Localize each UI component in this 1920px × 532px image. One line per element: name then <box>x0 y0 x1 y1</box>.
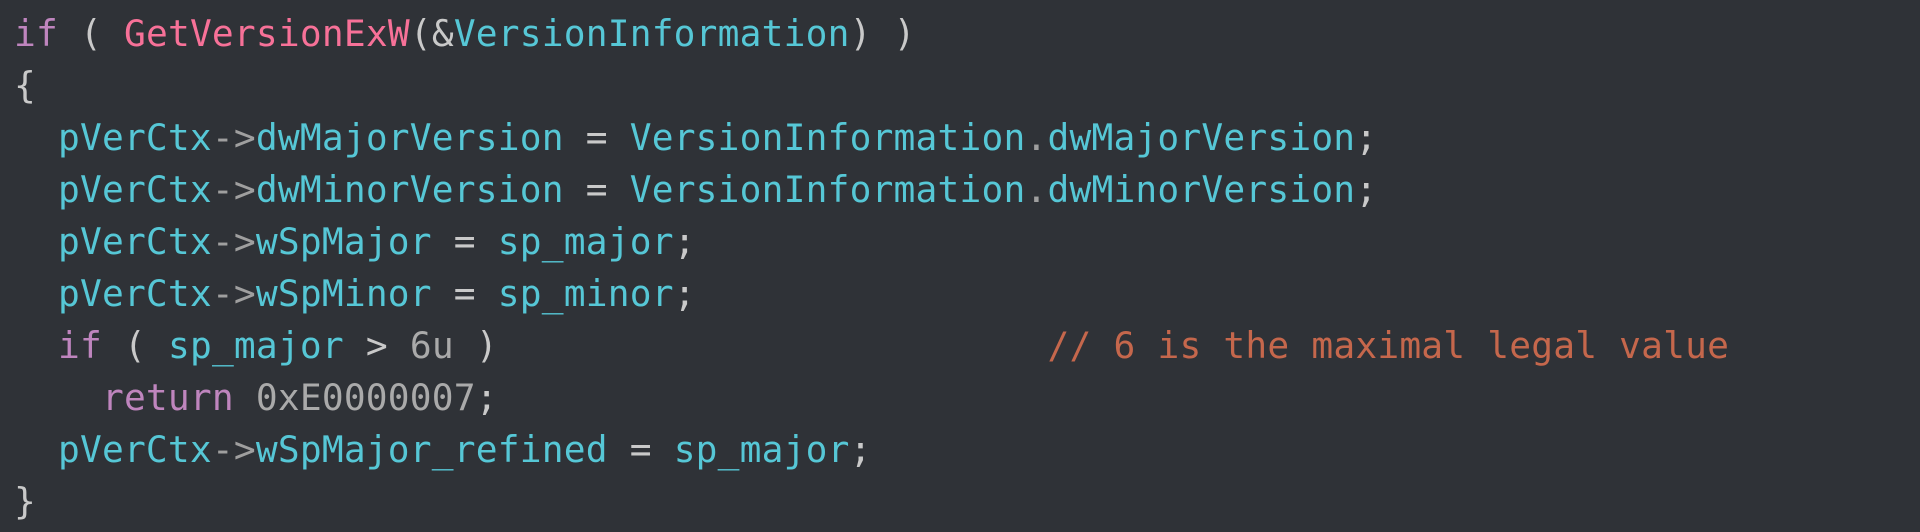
ident-spmajor: sp_major <box>498 220 674 263</box>
semicolon: ; <box>476 376 498 419</box>
member-wspmajor-refined: wSpMajor_refined <box>256 428 608 471</box>
semicolon: ; <box>1355 168 1377 211</box>
assign-op: = <box>630 428 652 471</box>
rparen-inner: ) <box>850 12 872 55</box>
dot-op: . <box>1025 116 1047 159</box>
arrow-op: -> <box>212 116 256 159</box>
lparen-inner: ( <box>410 12 432 55</box>
ident-pverctx: pVerCtx <box>58 168 212 211</box>
dot-op: . <box>1025 168 1047 211</box>
member-dwminorversion: dwMinorVersion <box>1047 168 1355 211</box>
ident-spmajor: sp_major <box>674 428 850 471</box>
member-dwmajorversion: dwMajorVersion <box>256 116 564 159</box>
lbrace: { <box>14 64 36 107</box>
ident-versioninformation: VersionInformation <box>454 12 850 55</box>
assign-op: = <box>454 220 476 263</box>
func-getversionexw: GetVersionExW <box>124 12 410 55</box>
literal-hex: 0xE0000007 <box>256 376 476 419</box>
arrow-op: -> <box>212 168 256 211</box>
code-block: if ( GetVersionExW(&VersionInformation) … <box>0 0 1920 532</box>
lparen: ( <box>124 324 146 367</box>
arrow-op: -> <box>212 220 256 263</box>
assign-op: = <box>586 116 608 159</box>
assign-op: = <box>454 272 476 315</box>
ident-pverctx: pVerCtx <box>58 116 212 159</box>
assign-op: = <box>586 168 608 211</box>
ident-pverctx: pVerCtx <box>58 220 212 263</box>
literal-6u: 6u <box>410 324 454 367</box>
arrow-op: -> <box>212 428 256 471</box>
gt-op: > <box>366 324 388 367</box>
ampersand: & <box>432 12 454 55</box>
member-wspminor: wSpMinor <box>256 272 432 315</box>
semicolon: ; <box>1355 116 1377 159</box>
keyword-if: if <box>58 324 102 367</box>
arrow-op: -> <box>212 272 256 315</box>
keyword-if: if <box>14 12 58 55</box>
semicolon: ; <box>674 220 696 263</box>
ident-versioninformation: VersionInformation <box>630 168 1026 211</box>
ident-pverctx: pVerCtx <box>58 428 212 471</box>
ident-pverctx: pVerCtx <box>58 272 212 315</box>
member-wspmajor: wSpMajor <box>256 220 432 263</box>
rbrace: } <box>14 480 36 523</box>
ident-spmajor: sp_major <box>168 324 344 367</box>
keyword-return: return <box>102 376 234 419</box>
rparen: ) <box>476 324 498 367</box>
lparen: ( <box>80 12 102 55</box>
ident-spminor: sp_minor <box>498 272 674 315</box>
semicolon: ; <box>850 428 872 471</box>
semicolon: ; <box>674 272 696 315</box>
rparen: ) <box>894 12 916 55</box>
member-dwminorversion: dwMinorVersion <box>256 168 564 211</box>
ident-versioninformation: VersionInformation <box>630 116 1026 159</box>
comment-spmax: // 6 is the maximal legal value <box>1048 324 1730 367</box>
member-dwmajorversion: dwMajorVersion <box>1047 116 1355 159</box>
